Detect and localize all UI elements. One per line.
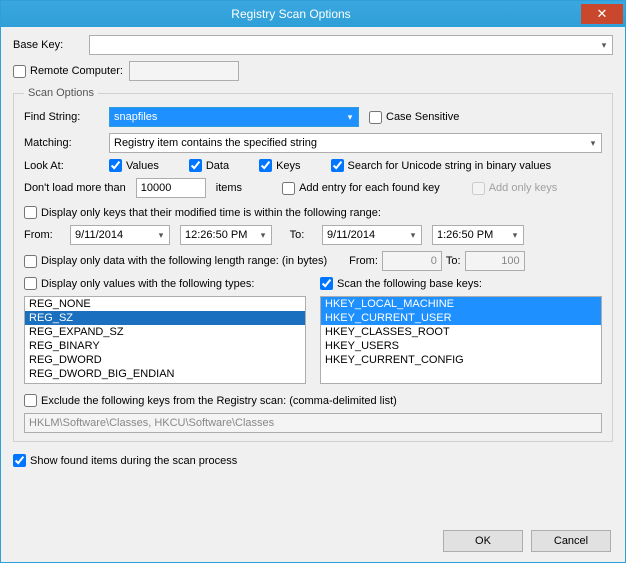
modtime-checkbox[interactable] (24, 206, 37, 219)
dialog-window: Registry Scan Options ✕ Base Key: ▾ Remo… (0, 0, 626, 563)
close-icon: ✕ (597, 6, 608, 22)
find-string-label: Find String: (24, 111, 99, 123)
disptypes-label: Display only values with the following t… (41, 278, 254, 290)
showfound-checkbox[interactable] (13, 454, 26, 467)
list-item[interactable]: HKEY_USERS (321, 339, 601, 353)
matching-select[interactable]: Registry item contains the specified str… (109, 133, 602, 153)
data-label: Data (206, 160, 229, 172)
basekey-select[interactable] (89, 35, 613, 55)
scanbasekeys-label: Scan the following base keys: (337, 278, 482, 290)
scan-options-legend: Scan Options (24, 87, 98, 99)
scanbasekeys-checkbox[interactable] (320, 277, 333, 290)
list-item[interactable]: REG_NONE (25, 297, 305, 311)
keys-checkbox[interactable] (259, 159, 272, 172)
values-label: Values (126, 160, 159, 172)
disptypes-checkbox[interactable] (24, 277, 37, 290)
remote-computer-input[interactable] (129, 61, 239, 81)
lenfrom-label: From: (349, 255, 378, 267)
remote-computer-checkbox[interactable] (13, 65, 26, 78)
dontload-label2: items (216, 182, 242, 194)
addentry-checkbox[interactable] (282, 182, 295, 195)
lento-input[interactable] (465, 251, 525, 271)
dontload-input[interactable] (136, 178, 206, 198)
list-item[interactable]: HKEY_LOCAL_MACHINE (321, 297, 601, 311)
lenfrom-input[interactable] (382, 251, 442, 271)
modtime-label: Display only keys that their modified ti… (41, 207, 381, 219)
dontload-label1: Don't load more than (24, 182, 126, 194)
from-date-input[interactable] (70, 225, 170, 245)
list-item[interactable]: REG_BINARY (25, 339, 305, 353)
list-item[interactable]: HKEY_CURRENT_USER (321, 311, 601, 325)
list-item[interactable]: REG_DWORD (25, 353, 305, 367)
case-sensitive-label: Case Sensitive (386, 111, 459, 123)
list-item[interactable]: HKEY_CLASSES_ROOT (321, 325, 601, 339)
exclude-input[interactable] (24, 413, 602, 433)
exclude-checkbox[interactable] (24, 394, 37, 407)
exclude-label: Exclude the following keys from the Regi… (41, 395, 397, 407)
data-checkbox[interactable] (189, 159, 202, 172)
list-item[interactable]: REG_DWORD_BIG_ENDIAN (25, 367, 305, 381)
lenrange-checkbox[interactable] (24, 255, 37, 268)
dialog-footer: OK Cancel (1, 520, 625, 562)
addentry-label: Add entry for each found key (299, 182, 440, 194)
lento-label: To: (446, 255, 461, 267)
case-sensitive-checkbox[interactable] (369, 111, 382, 124)
unicode-label: Search for Unicode string in binary valu… (348, 160, 552, 172)
from-time-input[interactable] (180, 225, 272, 245)
remote-computer-label: Remote Computer: (30, 65, 123, 77)
lenrange-label: Display only data with the following len… (41, 255, 327, 267)
list-item[interactable]: HKEY_CURRENT_CONFIG (321, 353, 601, 367)
addonlykeys-checkbox (472, 182, 485, 195)
to-time-input[interactable] (432, 225, 524, 245)
valtypes-listbox[interactable]: REG_NONEREG_SZREG_EXPAND_SZREG_BINARYREG… (24, 296, 306, 384)
matching-label: Matching: (24, 137, 99, 149)
basekeys-listbox[interactable]: HKEY_LOCAL_MACHINEHKEY_CURRENT_USERHKEY_… (320, 296, 602, 384)
unicode-checkbox[interactable] (331, 159, 344, 172)
cancel-button[interactable]: Cancel (531, 530, 611, 552)
addonlykeys-label: Add only keys (489, 182, 557, 194)
basekey-label: Base Key: (13, 39, 83, 51)
titlebar: Registry Scan Options ✕ (1, 1, 625, 27)
close-button[interactable]: ✕ (581, 4, 623, 24)
content-area: Base Key: ▾ Remote Computer: Scan Option… (1, 27, 625, 520)
lookat-label: Look At: (24, 160, 99, 172)
window-title: Registry Scan Options (1, 7, 581, 21)
list-item[interactable]: REG_SZ (25, 311, 305, 325)
to-label: To: (282, 229, 312, 241)
to-date-input[interactable] (322, 225, 422, 245)
ok-button[interactable]: OK (443, 530, 523, 552)
scan-options-group: Scan Options Find String: ▾ Case Sensiti… (13, 87, 613, 442)
values-checkbox[interactable] (109, 159, 122, 172)
showfound-label: Show found items during the scan process (30, 455, 237, 467)
from-label: From: (24, 229, 60, 241)
list-item[interactable]: REG_EXPAND_SZ (25, 325, 305, 339)
keys-label: Keys (276, 160, 300, 172)
find-string-input[interactable] (109, 107, 359, 127)
